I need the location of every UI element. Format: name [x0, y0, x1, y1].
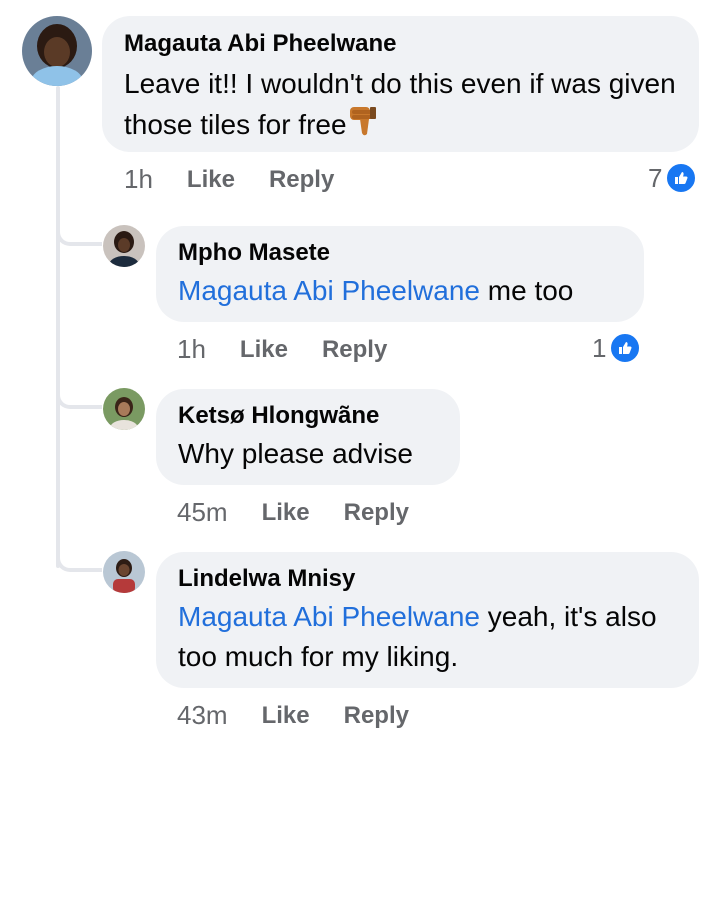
comment-author[interactable]: Magauta Abi Pheelwane [124, 30, 677, 58]
mention-link[interactable]: Magauta Abi Pheelwane [178, 601, 480, 632]
comment-author[interactable]: Ketsø Hlongwãne [178, 402, 438, 430]
comment-actions: 1h Like Reply [124, 164, 334, 195]
comment-actions: 45m Like Reply [177, 497, 409, 528]
thumbs-up-icon [665, 162, 698, 194]
thread-branch [56, 228, 102, 246]
avatar-photo [103, 388, 145, 430]
thread-branch [56, 554, 102, 572]
comment-actions: 43m Like Reply [177, 700, 409, 731]
comment-time[interactable]: 1h [177, 334, 206, 365]
comment-text: Why please advise [178, 438, 414, 469]
comment-text: Magauta Abi Pheelwane me too [178, 271, 622, 311]
comment-bubble: Lindelwa Mnisy Magauta Abi Pheelwane yea… [156, 552, 699, 688]
comment-author[interactable]: Lindelwa Mnisy [178, 565, 677, 593]
comment-body: Leave it!! I wouldn't do this even if wa… [124, 68, 676, 140]
comment-time[interactable]: 45m [177, 497, 228, 528]
comment-bubble: Mpho Masete Magauta Abi Pheelwane me too [156, 226, 644, 322]
reply-button[interactable]: Reply [344, 702, 409, 730]
reaction-count[interactable]: 1 [592, 332, 642, 364]
comment-time[interactable]: 1h [124, 164, 153, 195]
comment-time[interactable]: 43m [177, 700, 228, 731]
comment-actions: 1h Like Reply [177, 334, 387, 365]
reply-button[interactable]: Reply [269, 166, 334, 194]
reaction-number: 7 [648, 162, 663, 193]
avatar-photo [103, 551, 145, 593]
comment-author[interactable]: Mpho Masete [178, 239, 622, 267]
reaction-number: 1 [592, 332, 607, 363]
avatar[interactable] [103, 225, 145, 267]
comment-text: Magauta Abi Pheelwane yeah, it's also to… [178, 597, 677, 677]
avatar[interactable] [103, 388, 145, 430]
avatar-photo [103, 225, 145, 267]
avatar-photo [22, 16, 92, 86]
like-button[interactable]: Like [262, 702, 310, 730]
like-button[interactable]: Like [187, 166, 235, 194]
comment-bubble: Ketsø Hlongwãne Why please advise [156, 389, 460, 485]
avatar[interactable] [22, 16, 92, 86]
comment-text: Leave it!! I wouldn't do this even if wa… [124, 64, 677, 149]
reply-button[interactable]: Reply [344, 499, 409, 527]
avatar[interactable] [103, 551, 145, 593]
mention-link[interactable]: Magauta Abi Pheelwane [178, 275, 480, 306]
like-button[interactable]: Like [240, 336, 288, 364]
like-button[interactable]: Like [262, 499, 310, 527]
thread-line [56, 86, 60, 568]
comment-body: me too [480, 275, 574, 306]
comment-bubble: Magauta Abi Pheelwane Leave it!! I would… [102, 16, 699, 152]
thread-branch [56, 391, 102, 409]
reaction-count[interactable]: 7 [648, 162, 698, 194]
thumbs-up-icon [609, 332, 642, 364]
reply-button[interactable]: Reply [322, 336, 387, 364]
thumbs-down-emoji-icon [347, 104, 381, 149]
